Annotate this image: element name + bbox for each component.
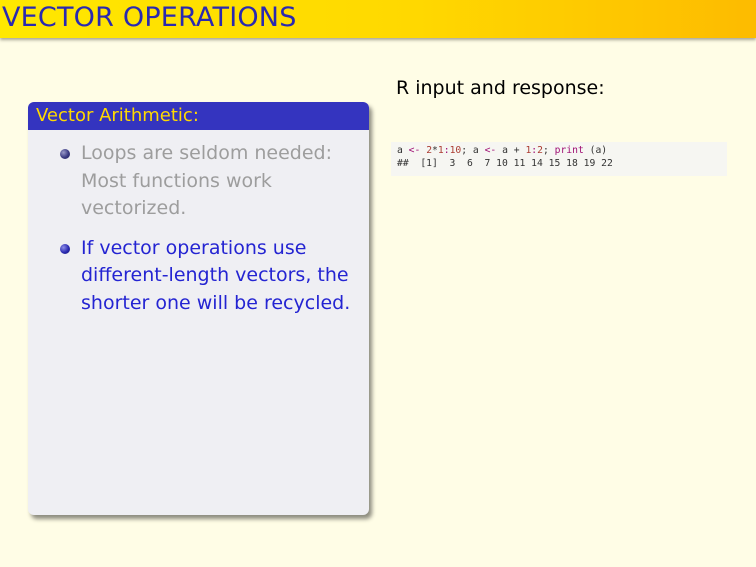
vector-arithmetic-block: Vector Arithmetic: Loops are seldom need… (28, 102, 369, 515)
code-input-line: a <- 2*1:10; a <- a + 1:2; print (a) (397, 145, 608, 156)
bullet-icon (60, 149, 70, 159)
list-item: Loops are seldom needed: Most functions … (28, 140, 369, 223)
list-item-text: If vector operations use different-lengt… (81, 236, 351, 314)
code-output-line: ## [1] 3 6 7 10 11 14 15 18 19 22 (397, 158, 613, 169)
list-item-text: Loops are seldom needed: Most functions … (81, 142, 332, 219)
slide-title: VECTOR OPERATIONS (2, 2, 297, 33)
code-block: a <- 2*1:10; a <- a + 1:2; print (a) ## [… (391, 142, 727, 176)
title-bar: VECTOR OPERATIONS (0, 0, 756, 38)
block-heading: Vector Arithmetic: (28, 102, 369, 130)
list-item: If vector operations use different-lengt… (28, 235, 369, 318)
bullet-icon (60, 243, 70, 254)
code-heading: R input and response: (396, 77, 605, 99)
bullet-list: Loops are seldom needed: Most functions … (28, 140, 369, 317)
